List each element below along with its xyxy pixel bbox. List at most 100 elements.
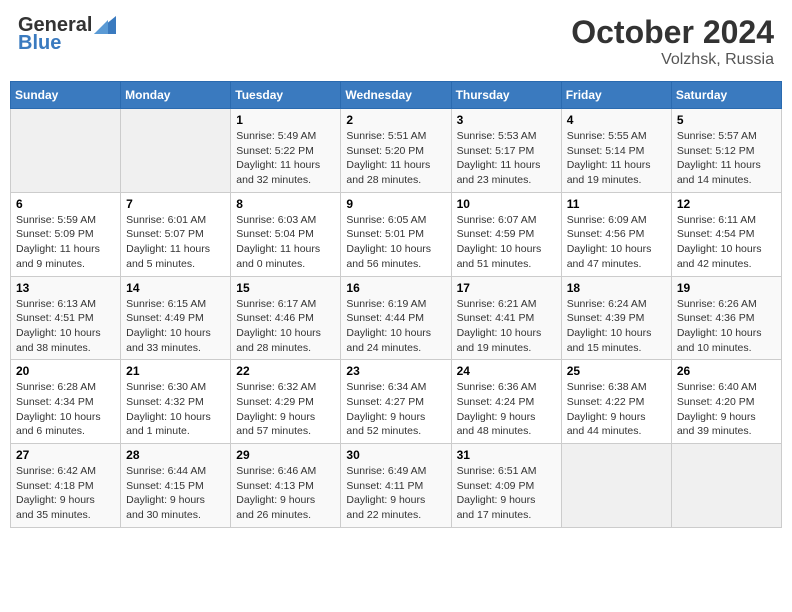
calendar-cell: 14 Sunrise: 6:15 AM Sunset: 4:49 PM Dayli…	[121, 276, 231, 360]
week-row-2: 6Sunrise: 5:59 AM Sunset: 5:09 PM Daylig…	[11, 192, 782, 276]
weekday-header-friday: Friday	[561, 82, 671, 109]
calendar-cell: 16 Sunrise: 6:19 AM Sunset: 4:44 PM Dayli…	[341, 276, 451, 360]
week-row-3: 13Sunrise: 6:13 AM Sunset: 4:51 PM Dayli…	[11, 276, 782, 360]
calendar-body: 1Sunrise: 5:49 AM Sunset: 5:22 PM Daylig…	[11, 109, 782, 528]
calendar-cell	[121, 109, 231, 193]
day-info: Sunrise: 5:53 AM Sunset: 5:17 PM Dayligh…	[457, 129, 556, 188]
day-info: Sunrise: 6:24 AM Sunset: 4:39 PM Dayligh…	[567, 297, 666, 356]
day-number: 22	[236, 364, 335, 378]
day-number: 6	[16, 197, 115, 211]
calendar-cell: 20Sunrise: 6:28 AM Sunset: 4:34 PM Dayli…	[11, 360, 121, 444]
calendar-cell: 1Sunrise: 5:49 AM Sunset: 5:22 PM Daylig…	[231, 109, 341, 193]
day-number: 15	[236, 281, 335, 295]
calendar-cell: 25 Sunrise: 6:38 AM Sunset: 4:22 PM Dayli…	[561, 360, 671, 444]
day-info: Sunrise: 6:28 AM Sunset: 4:34 PM Dayligh…	[16, 380, 115, 439]
calendar-cell: 23 Sunrise: 6:34 AM Sunset: 4:27 PM Dayli…	[341, 360, 451, 444]
logo: General Blue	[18, 14, 116, 54]
day-info: Sunrise: 6:05 AM Sunset: 5:01 PM Dayligh…	[346, 213, 445, 272]
calendar-cell: 5 Sunrise: 5:57 AM Sunset: 5:12 PM Daylig…	[671, 109, 781, 193]
day-info: Sunrise: 6:01 AM Sunset: 5:07 PM Dayligh…	[126, 213, 225, 272]
day-info: Sunrise: 6:38 AM Sunset: 4:22 PM Dayligh…	[567, 380, 666, 439]
weekday-header-sunday: Sunday	[11, 82, 121, 109]
calendar-cell: 31 Sunrise: 6:51 AM Sunset: 4:09 PM Dayli…	[451, 444, 561, 528]
calendar-table: SundayMondayTuesdayWednesdayThursdayFrid…	[10, 81, 782, 528]
calendar-cell: 22 Sunrise: 6:32 AM Sunset: 4:29 PM Dayli…	[231, 360, 341, 444]
calendar-cell: 2 Sunrise: 5:51 AM Sunset: 5:20 PM Daylig…	[341, 109, 451, 193]
calendar-cell: 18Sunrise: 6:24 AM Sunset: 4:39 PM Dayli…	[561, 276, 671, 360]
calendar-cell: 10Sunrise: 6:07 AM Sunset: 4:59 PM Dayli…	[451, 192, 561, 276]
day-number: 9	[346, 197, 445, 211]
day-number: 31	[457, 448, 556, 462]
day-number: 21	[126, 364, 225, 378]
day-info: Sunrise: 6:13 AM Sunset: 4:51 PM Dayligh…	[16, 297, 115, 356]
day-info: Sunrise: 6:49 AM Sunset: 4:11 PM Dayligh…	[346, 464, 445, 523]
calendar-cell: 26 Sunrise: 6:40 AM Sunset: 4:20 PM Dayli…	[671, 360, 781, 444]
weekday-header-tuesday: Tuesday	[231, 82, 341, 109]
title-block: October 2024 Volzhsk, Russia	[571, 14, 774, 69]
calendar-cell: 3 Sunrise: 5:53 AM Sunset: 5:17 PM Daylig…	[451, 109, 561, 193]
calendar-header: SundayMondayTuesdayWednesdayThursdayFrid…	[11, 82, 782, 109]
day-number: 2	[346, 113, 445, 127]
day-info: Sunrise: 5:49 AM Sunset: 5:22 PM Dayligh…	[236, 129, 335, 188]
day-info: Sunrise: 5:51 AM Sunset: 5:20 PM Dayligh…	[346, 129, 445, 188]
calendar-cell: 9 Sunrise: 6:05 AM Sunset: 5:01 PM Daylig…	[341, 192, 451, 276]
calendar-cell: 28 Sunrise: 6:44 AM Sunset: 4:15 PM Dayli…	[121, 444, 231, 528]
weekday-header-thursday: Thursday	[451, 82, 561, 109]
day-info: Sunrise: 6:17 AM Sunset: 4:46 PM Dayligh…	[236, 297, 335, 356]
weekday-header-monday: Monday	[121, 82, 231, 109]
day-info: Sunrise: 6:19 AM Sunset: 4:44 PM Dayligh…	[346, 297, 445, 356]
weekday-header-saturday: Saturday	[671, 82, 781, 109]
week-row-4: 20Sunrise: 6:28 AM Sunset: 4:34 PM Dayli…	[11, 360, 782, 444]
day-number: 16	[346, 281, 445, 295]
day-number: 29	[236, 448, 335, 462]
day-number: 25	[567, 364, 666, 378]
day-info: Sunrise: 5:57 AM Sunset: 5:12 PM Dayligh…	[677, 129, 776, 188]
day-info: Sunrise: 6:36 AM Sunset: 4:24 PM Dayligh…	[457, 380, 556, 439]
day-info: Sunrise: 6:51 AM Sunset: 4:09 PM Dayligh…	[457, 464, 556, 523]
calendar-cell: 17 Sunrise: 6:21 AM Sunset: 4:41 PM Dayli…	[451, 276, 561, 360]
day-info: Sunrise: 6:40 AM Sunset: 4:20 PM Dayligh…	[677, 380, 776, 439]
calendar-cell: 30 Sunrise: 6:49 AM Sunset: 4:11 PM Dayli…	[341, 444, 451, 528]
day-info: Sunrise: 6:03 AM Sunset: 5:04 PM Dayligh…	[236, 213, 335, 272]
day-info: Sunrise: 6:42 AM Sunset: 4:18 PM Dayligh…	[16, 464, 115, 523]
day-number: 28	[126, 448, 225, 462]
day-number: 17	[457, 281, 556, 295]
calendar-cell: 19Sunrise: 6:26 AM Sunset: 4:36 PM Dayli…	[671, 276, 781, 360]
calendar-cell: 8 Sunrise: 6:03 AM Sunset: 5:04 PM Daylig…	[231, 192, 341, 276]
day-number: 3	[457, 113, 556, 127]
calendar-cell: 21 Sunrise: 6:30 AM Sunset: 4:32 PM Dayli…	[121, 360, 231, 444]
calendar-cell: 11Sunrise: 6:09 AM Sunset: 4:56 PM Dayli…	[561, 192, 671, 276]
calendar-cell: 13Sunrise: 6:13 AM Sunset: 4:51 PM Dayli…	[11, 276, 121, 360]
day-number: 14	[126, 281, 225, 295]
day-number: 26	[677, 364, 776, 378]
calendar-cell	[671, 444, 781, 528]
day-info: Sunrise: 6:44 AM Sunset: 4:15 PM Dayligh…	[126, 464, 225, 523]
day-info: Sunrise: 6:15 AM Sunset: 4:49 PM Dayligh…	[126, 297, 225, 356]
day-number: 8	[236, 197, 335, 211]
day-info: Sunrise: 6:09 AM Sunset: 4:56 PM Dayligh…	[567, 213, 666, 272]
week-row-1: 1Sunrise: 5:49 AM Sunset: 5:22 PM Daylig…	[11, 109, 782, 193]
day-number: 30	[346, 448, 445, 462]
day-number: 12	[677, 197, 776, 211]
day-info: Sunrise: 6:32 AM Sunset: 4:29 PM Dayligh…	[236, 380, 335, 439]
day-info: Sunrise: 6:21 AM Sunset: 4:41 PM Dayligh…	[457, 297, 556, 356]
calendar-cell: 27 Sunrise: 6:42 AM Sunset: 4:18 PM Dayli…	[11, 444, 121, 528]
page-title: October 2024	[571, 14, 774, 51]
week-row-5: 27 Sunrise: 6:42 AM Sunset: 4:18 PM Dayli…	[11, 444, 782, 528]
day-number: 4	[567, 113, 666, 127]
weekday-header-row: SundayMondayTuesdayWednesdayThursdayFrid…	[11, 82, 782, 109]
day-number: 5	[677, 113, 776, 127]
day-number: 7	[126, 197, 225, 211]
day-number: 23	[346, 364, 445, 378]
calendar-cell: 12 Sunrise: 6:11 AM Sunset: 4:54 PM Dayli…	[671, 192, 781, 276]
day-info: Sunrise: 6:30 AM Sunset: 4:32 PM Dayligh…	[126, 380, 225, 439]
day-info: Sunrise: 6:34 AM Sunset: 4:27 PM Dayligh…	[346, 380, 445, 439]
day-info: Sunrise: 6:46 AM Sunset: 4:13 PM Dayligh…	[236, 464, 335, 523]
day-info: Sunrise: 6:11 AM Sunset: 4:54 PM Dayligh…	[677, 213, 776, 272]
page-subtitle: Volzhsk, Russia	[571, 51, 774, 69]
day-info: Sunrise: 5:55 AM Sunset: 5:14 PM Dayligh…	[567, 129, 666, 188]
day-info: Sunrise: 6:26 AM Sunset: 4:36 PM Dayligh…	[677, 297, 776, 356]
calendar-cell: 4 Sunrise: 5:55 AM Sunset: 5:14 PM Daylig…	[561, 109, 671, 193]
day-number: 27	[16, 448, 115, 462]
calendar-cell: 6Sunrise: 5:59 AM Sunset: 5:09 PM Daylig…	[11, 192, 121, 276]
